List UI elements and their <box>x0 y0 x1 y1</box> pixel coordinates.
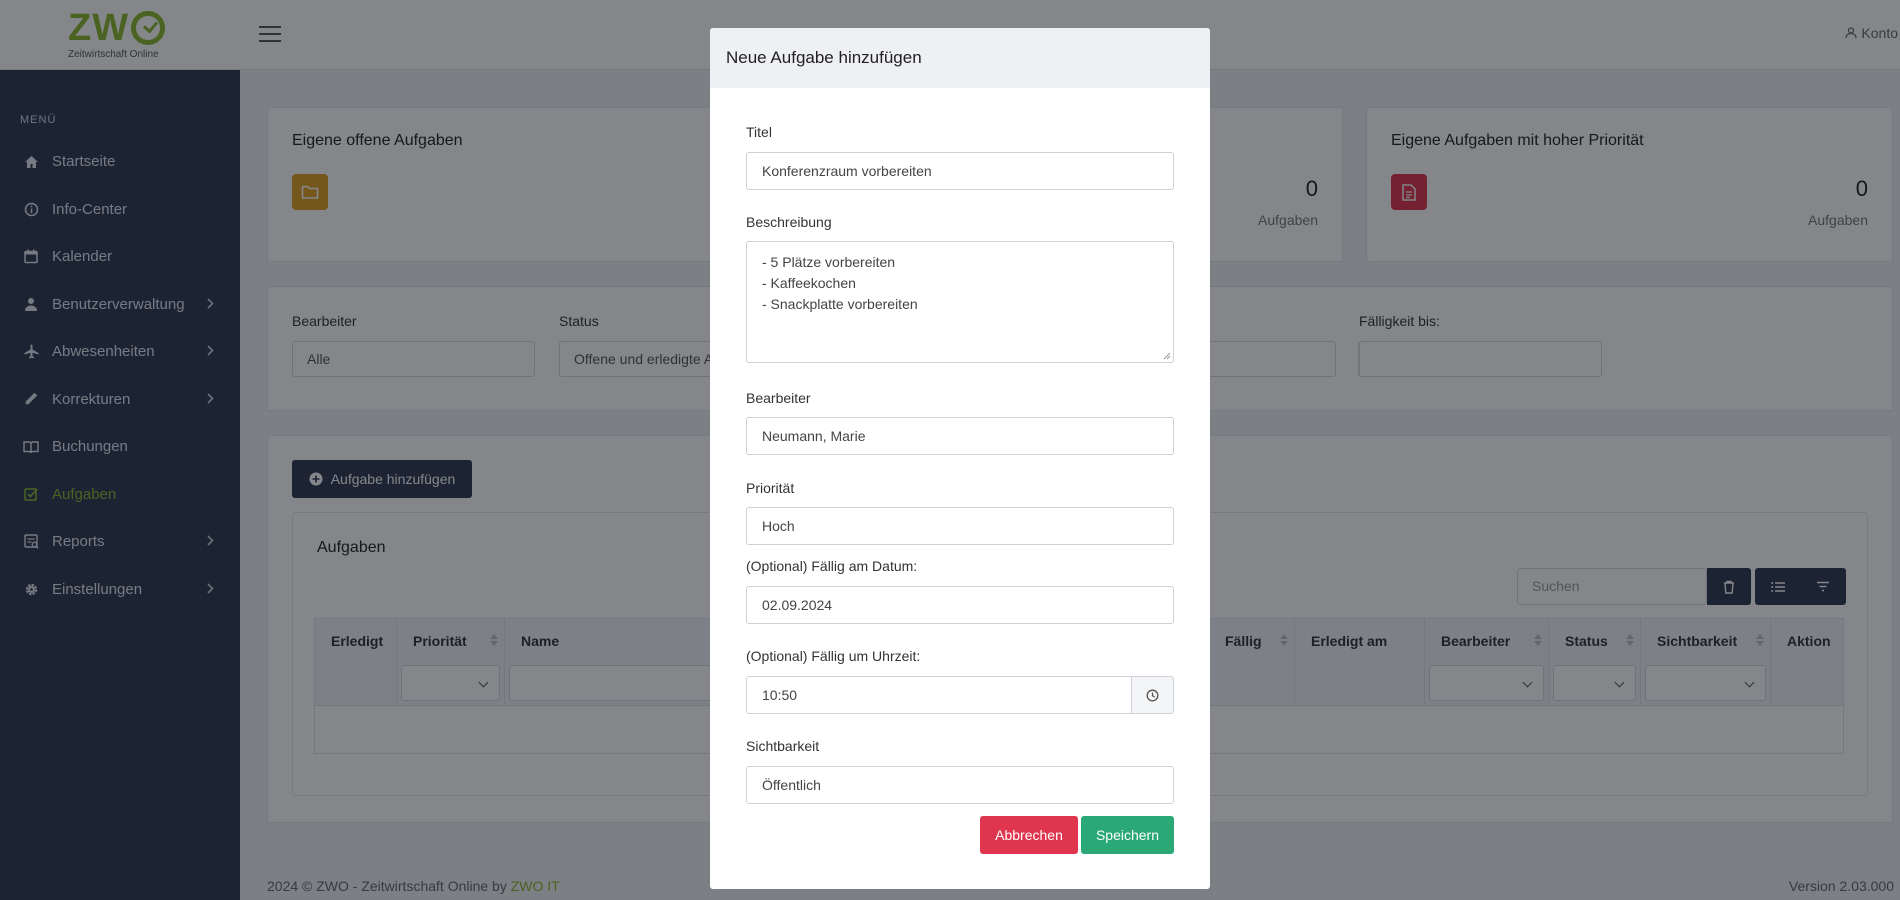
add-task-modal: Neue Aufgabe hinzufügen Titel Konferenzr… <box>710 28 1210 889</box>
modal-title: Neue Aufgabe hinzufügen <box>726 48 922 67</box>
save-button[interactable]: Speichern <box>1081 816 1174 854</box>
titel-label: Titel <box>746 124 772 140</box>
titel-input[interactable]: Konferenzraum vorbereiten <box>746 152 1174 190</box>
prioritaet-select[interactable]: Hoch <box>746 507 1174 545</box>
bearbeiter-select[interactable]: Neumann, Marie <box>746 417 1174 455</box>
beschreibung-line: - Snackplatte vorbereiten <box>762 296 918 312</box>
beschreibung-textarea[interactable]: - 5 Plätze vorbereiten - Kaffeekochen - … <box>746 241 1174 363</box>
cancel-button[interactable]: Abbrechen <box>980 816 1078 854</box>
clock-icon <box>1146 689 1159 701</box>
datum-input[interactable]: 02.09.2024 <box>746 586 1174 624</box>
sichtbarkeit-label: Sichtbarkeit <box>746 738 820 754</box>
prioritaet-label: Priorität <box>746 480 795 496</box>
modal-header: Neue Aufgabe hinzufügen <box>710 28 1210 88</box>
sichtbarkeit-select[interactable]: Öffentlich <box>746 766 1174 804</box>
uhrzeit-input[interactable]: 10:50 <box>746 676 1132 714</box>
beschreibung-line: - 5 Plätze vorbereiten <box>762 254 896 270</box>
beschreibung-label: Beschreibung <box>746 214 832 230</box>
beschreibung-line: - Kaffeekochen <box>762 275 856 291</box>
bearbeiter-label: Bearbeiter <box>746 390 811 406</box>
uhrzeit-label: (Optional) Fällig um Uhrzeit: <box>746 648 921 664</box>
datum-label: (Optional) Fällig am Datum: <box>746 558 918 574</box>
clock-picker-button[interactable] <box>1131 676 1174 714</box>
resize-handle-icon[interactable] <box>1163 352 1171 360</box>
